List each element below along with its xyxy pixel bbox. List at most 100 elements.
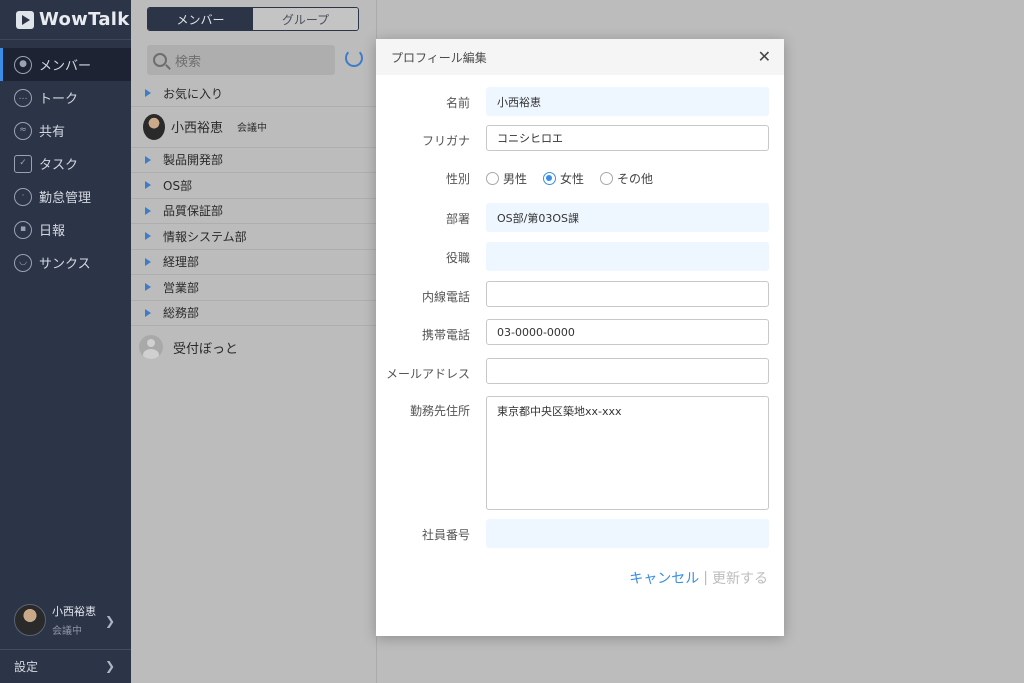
sidebar-nav: ● メンバー … トーク ≈ 共有 ✓ タスク · 勤怠管理 ▪ 日報 ◡ サン…	[0, 48, 131, 279]
radio-unchecked-icon	[600, 172, 614, 185]
list-item-group[interactable]: 品質保証部	[131, 199, 377, 224]
profile-edit-dialog: プロフィール編集 ✕ 名前 小西裕恵 フリガナ コニシヒロエ 性別 男性 女性	[376, 39, 784, 636]
group-label: お気に入り	[163, 86, 224, 101]
list-item-group[interactable]: 経理部	[131, 250, 377, 275]
caret-right-icon	[145, 155, 151, 164]
furigana-label: フリガナ	[421, 134, 470, 148]
sidebar-item-label: トーク	[39, 92, 79, 107]
cancel-button[interactable]: キャンセル	[629, 568, 699, 588]
gender-radio-group: 男性 女性 その他	[486, 170, 669, 187]
list-item-group[interactable]: 製品開発部	[131, 148, 377, 173]
close-icon[interactable]: ✕	[758, 47, 771, 66]
dialog-title: プロフィール編集	[391, 50, 487, 65]
position-field	[486, 242, 769, 271]
tab-groups[interactable]: グループ	[253, 8, 358, 30]
radio-unchecked-icon	[486, 172, 499, 185]
list-item-group[interactable]: OS部	[131, 173, 377, 199]
search-input[interactable]: 検索	[147, 45, 335, 75]
sidebar-item-talk[interactable]: … トーク	[0, 81, 131, 114]
group-label: 経理部	[163, 255, 200, 270]
update-button[interactable]: 更新する	[712, 568, 768, 588]
radio-checked-icon	[543, 172, 557, 185]
name-label: 名前	[445, 96, 470, 110]
mobile-label: 携帯電話	[421, 328, 470, 342]
logo-text: WowTalk	[39, 9, 130, 30]
report-icon: ▪	[14, 220, 32, 239]
member-name: 小西裕恵	[171, 121, 224, 136]
mobile-field[interactable]: 03-0000-0000	[486, 319, 769, 345]
caret-right-icon	[145, 206, 151, 215]
list-item-group[interactable]: 営業部	[131, 275, 377, 301]
member-list: お気に入り 小西裕恵 会議中 製品開発部 OS部 品質保証部 情報システム部 経…	[131, 81, 377, 368]
sidebar-item-attendance[interactable]: · 勤怠管理	[0, 180, 131, 213]
member-panel: メンバー グループ 検索 お気に入り 小西裕恵 会議中 製品開発部 OS部 品質…	[131, 0, 377, 683]
settings-label: 設定	[14, 660, 39, 674]
caret-right-icon	[145, 89, 151, 98]
list-item-bot[interactable]: 受付ぼっと	[131, 326, 377, 368]
list-item-group[interactable]: 情報システム部	[131, 224, 377, 250]
user-status: 会議中	[52, 626, 82, 637]
group-label: OS部	[163, 178, 193, 193]
radio-label: 男性	[503, 172, 528, 186]
address-label: 勤務先住所	[409, 404, 470, 418]
current-user[interactable]: 小西裕恵 会議中 ❯	[0, 597, 131, 643]
sidebar-item-daily-report[interactable]: ▪ 日報	[0, 213, 131, 246]
member-status: 会議中	[237, 123, 268, 134]
clipboard-icon: ✓	[14, 154, 32, 173]
list-item-group[interactable]: 総務部	[131, 301, 377, 326]
avatar	[14, 604, 46, 636]
chevron-right-icon: ❯	[104, 659, 115, 673]
wowtalk-logo-icon	[16, 10, 34, 29]
sidebar-item-members[interactable]: ● メンバー	[0, 48, 131, 81]
action-separator: |	[703, 570, 708, 586]
avatar	[143, 113, 165, 140]
share-icon: ≈	[14, 121, 32, 140]
settings-button[interactable]: 設定 ❯	[0, 649, 131, 683]
radio-label: 女性	[560, 172, 585, 186]
bot-name: 受付ぼっと	[173, 341, 239, 357]
smile-icon: ◡	[14, 253, 32, 272]
tab-members[interactable]: メンバー	[148, 8, 253, 30]
radio-label: その他	[617, 172, 654, 186]
address-textarea[interactable]: 東京都中央区築地xx-xxx	[486, 396, 769, 510]
sidebar-item-tasks[interactable]: ✓ タスク	[0, 147, 131, 180]
person-circle-icon: ●	[14, 55, 32, 74]
email-field[interactable]	[486, 358, 769, 384]
group-label: 営業部	[163, 280, 200, 295]
department-field: OS部/第03OS課	[486, 203, 769, 232]
user-name: 小西裕恵	[52, 605, 96, 618]
sidebar-item-share[interactable]: ≈ 共有	[0, 114, 131, 147]
dialog-actions: キャンセル | 更新する	[629, 568, 768, 588]
group-label: 製品開発部	[163, 153, 224, 168]
search-icon	[153, 53, 167, 67]
gender-option-male[interactable]: 男性	[486, 170, 527, 187]
employee-number-label: 社員番号	[421, 528, 470, 542]
sidebar-item-label: タスク	[39, 158, 79, 173]
caret-right-icon	[145, 308, 151, 317]
sidebar-item-thanks[interactable]: ◡ サンクス	[0, 246, 131, 279]
dialog-header: プロフィール編集 ✕	[376, 39, 784, 75]
sidebar-item-label: サンクス	[39, 257, 91, 272]
extension-field[interactable]	[486, 281, 769, 307]
furigana-field[interactable]: コニシヒロエ	[486, 125, 769, 151]
department-label: 部署	[445, 212, 470, 226]
caret-right-icon	[145, 283, 151, 292]
name-field: 小西裕恵	[486, 87, 769, 116]
clock-icon: ·	[14, 187, 32, 206]
extension-label: 内線電話	[421, 290, 470, 304]
refresh-icon[interactable]	[345, 49, 363, 67]
app-logo: WowTalk	[0, 0, 131, 40]
list-item-member[interactable]: 小西裕恵 会議中	[131, 107, 377, 148]
list-item-favorites[interactable]: お気に入り	[131, 81, 377, 107]
sidebar-item-label: 日報	[39, 224, 66, 239]
sidebar-item-label: メンバー	[39, 59, 92, 74]
email-label: メールアドレス	[385, 367, 470, 381]
gender-option-other[interactable]: その他	[600, 170, 653, 187]
gender-label: 性別	[445, 172, 470, 186]
default-avatar-icon	[139, 335, 163, 359]
caret-right-icon	[145, 181, 151, 190]
chat-bubble-icon: …	[14, 88, 32, 107]
position-label: 役職	[445, 251, 470, 265]
tab-switcher: メンバー グループ	[147, 7, 359, 31]
gender-option-female[interactable]: 女性	[543, 170, 584, 187]
